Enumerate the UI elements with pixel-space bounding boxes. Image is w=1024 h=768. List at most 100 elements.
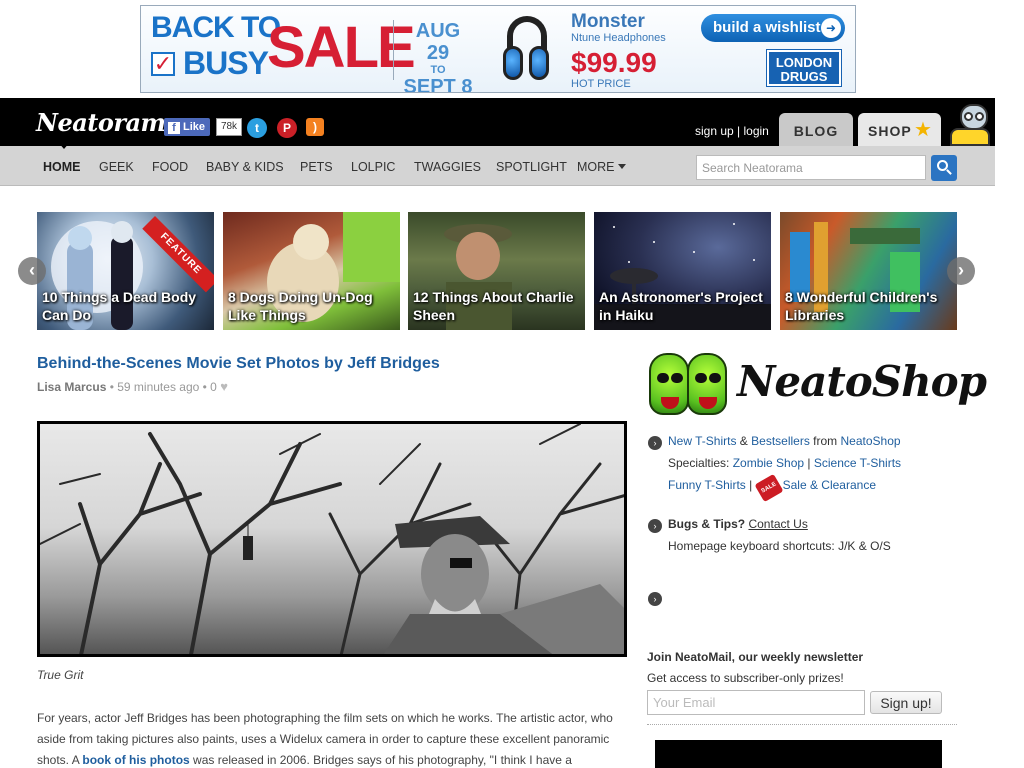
- slide-caption: 8 Wonderful Children's Libraries: [785, 289, 938, 323]
- shop-line-funny: Funny T-Shirts | SALE Sale & Clearance: [668, 473, 876, 503]
- email-field[interactable]: [647, 690, 865, 715]
- nav-item-pets[interactable]: PETS: [300, 160, 333, 174]
- ad-busy: BUSY: [183, 45, 269, 81]
- article-meta: • 59 minutes ago • 0: [106, 380, 221, 394]
- sale-clearance-link[interactable]: Sale & Clearance: [783, 478, 876, 492]
- carousel-next-button[interactable]: ›: [947, 257, 975, 285]
- slide-caption: 8 Dogs Doing Un-Dog Like Things: [228, 289, 373, 323]
- twitter-icon[interactable]: t: [247, 118, 267, 138]
- nav-item-lolpic[interactable]: LOLPIC: [351, 160, 395, 174]
- site-logo[interactable]: Neatorama: [36, 108, 181, 137]
- article-body-text-2: was released in 2006. Bridges says of hi…: [189, 753, 572, 767]
- tab-blog[interactable]: BLOG: [779, 113, 853, 147]
- nav-item-home[interactable]: HOME: [43, 160, 81, 174]
- article-author[interactable]: Lisa Marcus: [37, 380, 106, 394]
- keyboard-shortcuts: Homepage keyboard shortcuts: J/K & O/S: [668, 539, 891, 553]
- carousel-slide[interactable]: 8 Wonderful Children's Libraries: [780, 212, 957, 330]
- article-body: For years, actor Jeff Bridges has been p…: [37, 708, 627, 768]
- zombie-shop-link[interactable]: Zombie Shop: [733, 456, 804, 470]
- caret-down-icon: [617, 164, 626, 169]
- newsletter-subtitle: Get access to subscriber-only prizes!: [647, 671, 844, 685]
- ad-product: Monster Ntune Headphones $99.99 HOT PRIC…: [571, 12, 666, 91]
- ad-model: Ntune Headphones: [571, 32, 666, 44]
- sale-tag-icon: SALE: [754, 473, 784, 503]
- nav-item-baby-kids[interactable]: BABY & KIDS: [206, 160, 284, 174]
- new-tshirts-link[interactable]: New T-Shirts: [668, 434, 736, 448]
- facebook-like-label: Like: [183, 121, 206, 133]
- headphones-icon: [503, 16, 551, 84]
- specialties-separator: |: [804, 456, 814, 470]
- arrow-right-icon[interactable]: ›: [648, 592, 662, 606]
- sidebar-ad-slot: [655, 740, 942, 768]
- banner-ad[interactable]: BACK TO ✓ BUSY SALE AUG 29 TO SEPT 8 Mon…: [140, 5, 856, 93]
- pinterest-icon[interactable]: P: [277, 118, 297, 138]
- article-title[interactable]: Behind-the-Scenes Movie Set Photos by Je…: [37, 355, 440, 373]
- ad-price: $99.99: [571, 47, 657, 78]
- ad-wishlist-label: build a wishlist: [713, 19, 821, 36]
- shop-line-amp: &: [736, 434, 752, 448]
- search-button[interactable]: [931, 155, 957, 181]
- ad-wishlist-button[interactable]: build a wishlist ➜: [701, 14, 845, 42]
- account-separator: |: [733, 124, 744, 138]
- heart-icon[interactable]: ♥: [220, 379, 228, 394]
- slide-caption: 10 Things a Dead Body Can Do: [42, 289, 197, 323]
- signup-button[interactable]: Sign up!: [870, 691, 942, 714]
- carousel-slide[interactable]: 8 Dogs Doing Un-Dog Like Things: [223, 212, 400, 330]
- tab-shop-label: SHOP: [868, 123, 912, 139]
- advertiser-logo: LONDON DRUGS: [766, 49, 842, 87]
- newsletter-title: Join NeatoMail, our weekly newsletter: [647, 650, 864, 664]
- slide-caption: 12 Things About Charlie Sheen: [413, 289, 574, 323]
- shop-line-from: from: [809, 434, 841, 448]
- science-tshirts-link[interactable]: Science T-Shirts: [814, 456, 901, 470]
- zombie-head-icon: [649, 353, 689, 415]
- tab-shop[interactable]: SHOP ★: [858, 113, 941, 147]
- facebook-like-button[interactable]: f Like: [164, 118, 210, 136]
- ad-sale: SALE: [267, 15, 416, 80]
- search-input[interactable]: [696, 155, 926, 180]
- rss-icon[interactable]: ): [306, 118, 324, 136]
- shop-line-new: New T-Shirts & Bestsellers from NeatoSho…: [668, 434, 901, 448]
- facebook-icon: f: [168, 122, 180, 134]
- neatoshop-link[interactable]: NeatoShop: [841, 434, 901, 448]
- chevron-right-icon: ›: [958, 260, 964, 280]
- logo-pointer: [58, 142, 70, 149]
- bestsellers-link[interactable]: Bestsellers: [751, 434, 810, 448]
- book-link[interactable]: book of his photos: [82, 753, 189, 767]
- photo-illustration: [40, 424, 624, 654]
- carousel-slide[interactable]: An Astronomer's Project in Haiku: [594, 212, 771, 330]
- contact-us-link[interactable]: Contact Us: [748, 517, 807, 531]
- ad-date-to: TO: [430, 64, 446, 76]
- article-photo: [37, 421, 627, 657]
- ad-date-end: SEPT 8: [403, 76, 473, 93]
- neatoshop-logo: NeatoShop: [737, 357, 987, 406]
- ad-price-note: HOT PRICE: [571, 78, 631, 90]
- arrow-right-icon: ›: [648, 436, 662, 450]
- nav-item-twaggies[interactable]: TWAGGIES: [414, 160, 481, 174]
- chevron-left-icon: ‹: [29, 260, 35, 280]
- account-links: sign up | login: [695, 124, 769, 138]
- arrow-right-icon: ›: [648, 519, 662, 533]
- nav-item-food[interactable]: FOOD: [152, 160, 188, 174]
- slide-caption: An Astronomer's Project in Haiku: [599, 289, 763, 323]
- carousel-slide[interactable]: FEATURE 10 Things a Dead Body Can Do: [37, 212, 214, 330]
- zombie-head-icon: [687, 353, 727, 415]
- funny-tshirts-link[interactable]: Funny T-Shirts: [668, 478, 746, 492]
- nav-item-geek[interactable]: GEEK: [99, 160, 134, 174]
- sidebar-divider: [647, 724, 957, 725]
- carousel-prev-button[interactable]: ‹: [18, 257, 46, 285]
- ad-back-to: BACK TO: [151, 11, 281, 44]
- bugs-tips-line: Bugs & Tips? Contact Us: [668, 517, 808, 531]
- nav-more-dropdown[interactable]: MORE: [577, 160, 626, 174]
- neatoshop-banner[interactable]: NeatoShop: [647, 345, 987, 425]
- arrow-right-icon: ➜: [821, 18, 841, 38]
- funny-separator: |: [745, 478, 756, 492]
- login-link[interactable]: login: [744, 124, 769, 138]
- facebook-like-count: 78k: [216, 118, 242, 136]
- sign-up-link[interactable]: sign up: [695, 124, 734, 138]
- featured-carousel: FEATURE 10 Things a Dead Body Can Do 8 D…: [37, 212, 957, 330]
- ad-divider: [393, 20, 394, 80]
- robot-mascot-icon: [946, 100, 996, 146]
- carousel-slide[interactable]: 12 Things About Charlie Sheen: [408, 212, 585, 330]
- nav-item-spotlight[interactable]: SPOTLIGHT: [496, 160, 567, 174]
- nav-more-label: MORE: [577, 160, 615, 174]
